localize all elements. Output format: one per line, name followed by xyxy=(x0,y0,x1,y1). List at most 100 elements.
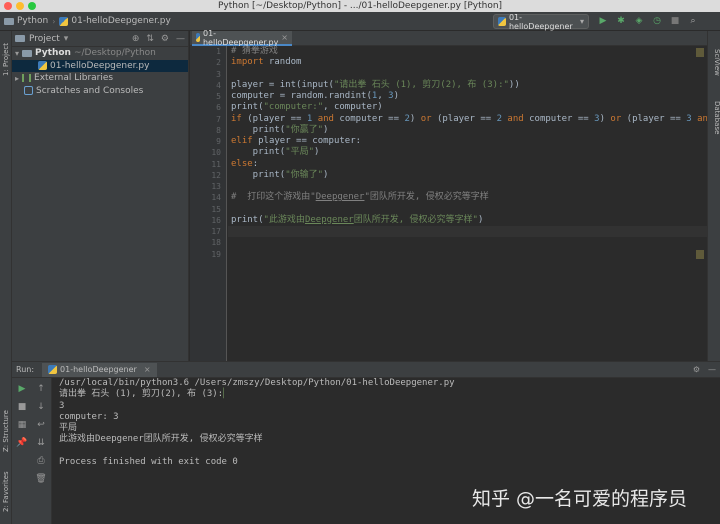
run-panel: Run: 01-helloDeepgener × ⚙ — ▶ ↑ ■ ↓ ▦ ↩… xyxy=(12,361,720,524)
debug-icon[interactable]: ✱ xyxy=(615,15,627,27)
minimize-window-button[interactable] xyxy=(16,2,24,10)
code-line: else: xyxy=(231,158,259,169)
code-line: player = int(input("请出拳 石头 (1), 剪刀(2), 布… xyxy=(231,79,520,90)
line-number: 5 xyxy=(216,92,221,101)
project-view-select[interactable]: Project xyxy=(29,34,60,44)
line-number: 2 xyxy=(216,58,221,68)
project-panel: Project ▾ ⊕ ⇅ ⚙ — ▾ Python ~/Desktop/Pyt… xyxy=(12,31,189,361)
window-controls xyxy=(4,2,36,10)
close-window-button[interactable] xyxy=(4,2,12,10)
run-toolbar-icons: ▶ ✱ ◈ ◷ ■ ⌕ xyxy=(597,15,699,27)
run-tab[interactable]: 01-helloDeepgener × xyxy=(42,362,157,377)
scroll-to-end-icon[interactable]: ⇊ xyxy=(34,436,48,450)
line-number: 4 xyxy=(216,80,221,90)
console-line: 平局 xyxy=(59,423,78,433)
project-icon xyxy=(15,35,25,42)
code-line: computer = random.randint(1, 3) xyxy=(231,91,399,101)
run-icon[interactable]: ▶ xyxy=(597,15,609,27)
library-icon xyxy=(22,74,32,83)
code-line: elif player == computer: xyxy=(231,136,362,146)
tool-tab-favorites[interactable]: 2: Favorites xyxy=(0,463,12,521)
scratches-icon xyxy=(24,86,33,96)
rerun-icon[interactable]: ▶ xyxy=(15,382,29,396)
line-number: 18 xyxy=(211,238,221,248)
hide-panel-icon[interactable]: — xyxy=(176,34,185,44)
python-file-icon xyxy=(196,33,200,42)
code-line: print("你赢了") xyxy=(231,124,329,135)
warning-marker-icon[interactable] xyxy=(696,48,704,57)
console-line: Process finished with exit code 0 xyxy=(59,456,238,467)
code-editor[interactable]: # 猜拳游戏 import random player = int(input(… xyxy=(228,46,707,361)
navigation-bar: Python › 01-helloDeepgener.py 01-helloDe… xyxy=(0,12,720,31)
console-line: 此游戏由Deepgener团队所开发, 侵权必究等字样 xyxy=(59,434,263,445)
line-number: 16 xyxy=(211,215,221,225)
code-line: print("computer:", computer) xyxy=(231,102,383,113)
line-number: 1 xyxy=(216,47,221,56)
line-number: 13 xyxy=(211,182,221,191)
close-tab-icon[interactable]: × xyxy=(144,365,151,374)
search-icon[interactable]: ⌕ xyxy=(687,15,699,27)
zoom-window-button[interactable] xyxy=(28,2,36,10)
line-number: 15 xyxy=(211,204,221,214)
gear-icon[interactable]: ⚙ xyxy=(161,34,169,44)
print-icon[interactable]: ⎙ xyxy=(34,454,48,468)
editor-tab-hello[interactable]: 01-helloDeepgener.py × xyxy=(192,29,292,47)
tree-item-external-libraries[interactable]: ▸ External Libraries xyxy=(12,72,188,85)
line-number: 19 xyxy=(211,249,221,259)
left-tool-strip: 1: Project Z: Structure 2: Favorites xyxy=(0,31,12,524)
line-number: 6 xyxy=(216,103,221,113)
gear-icon[interactable]: ⚙ xyxy=(693,365,700,374)
project-panel-header: Project ▾ ⊕ ⇅ ⚙ — xyxy=(12,31,188,47)
breadcrumb-project[interactable]: Python xyxy=(0,16,52,26)
console-line: 请出拳 石头 (1), 剪刀(2), 布 (3):▏ xyxy=(59,389,229,400)
chevron-down-icon: ▾ xyxy=(63,33,69,44)
line-number: 9 xyxy=(216,137,221,146)
python-file-icon xyxy=(59,16,69,26)
down-arrow-icon[interactable]: ↓ xyxy=(34,400,48,414)
code-line: # 猜拳游戏 xyxy=(231,46,278,56)
soft-wrap-icon[interactable]: ↩ xyxy=(34,418,48,432)
coverage-icon[interactable]: ◈ xyxy=(633,15,645,27)
window-titlebar: Python [~/Desktop/Python] - .../01-hello… xyxy=(0,0,720,12)
run-configuration-select[interactable]: 01-helloDeepgener ▾ xyxy=(493,13,589,31)
up-arrow-icon[interactable]: ↑ xyxy=(34,382,48,396)
code-line: # 打印这个游戏由"Deepgener"团队所开发, 侵权必究等字样 xyxy=(231,192,489,203)
line-number: 17 xyxy=(211,227,221,236)
breadcrumb-file[interactable]: 01-helloDeepgener.py xyxy=(55,16,174,26)
code-line-current xyxy=(228,226,707,238)
line-number: 11 xyxy=(211,159,221,169)
folder-icon xyxy=(22,49,33,57)
tool-tab-sciview[interactable]: SciView xyxy=(709,49,720,76)
profile-icon[interactable]: ◷ xyxy=(651,15,663,27)
close-tab-icon[interactable]: × xyxy=(281,33,288,42)
locate-file-icon[interactable]: ⊕ xyxy=(132,34,140,44)
trash-icon[interactable]: 🗑 xyxy=(34,472,48,486)
stop-icon[interactable]: ■ xyxy=(669,15,681,27)
line-number: 12 xyxy=(211,170,221,180)
collapse-all-icon[interactable]: ⇅ xyxy=(146,34,154,44)
tree-item-scratches[interactable]: Scratches and Consoles xyxy=(12,85,188,98)
chevron-down-icon: ▾ xyxy=(15,48,20,58)
console-line: computer: 3 xyxy=(59,411,119,422)
hide-panel-icon[interactable]: — xyxy=(708,365,716,374)
warning-marker-icon[interactable] xyxy=(696,250,704,259)
tool-tab-project[interactable]: 1: Project xyxy=(0,35,12,85)
pin-icon[interactable]: 📌 xyxy=(15,436,29,450)
stop-icon[interactable]: ■ xyxy=(15,400,29,414)
code-line: if (player == 1 and computer == 2) or (p… xyxy=(231,113,707,124)
chevron-right-icon: ▸ xyxy=(15,73,20,83)
tree-item-project-root[interactable]: ▾ Python ~/Desktop/Python xyxy=(12,47,188,60)
tree-item-hello-file[interactable]: 01-helloDeepgener.py xyxy=(12,59,188,72)
editor-gutter: 1 2 3 4 5 6 7 8 9 10 11 12 13 14 15 16 1… xyxy=(190,46,227,361)
chevron-down-icon: ▾ xyxy=(579,17,584,26)
line-number: 14 xyxy=(211,193,221,203)
python-file-icon xyxy=(38,61,47,71)
tool-tab-database[interactable]: Database xyxy=(709,101,720,134)
layout-icon[interactable]: ▦ xyxy=(15,418,29,432)
tool-tab-structure[interactable]: Z: Structure xyxy=(0,401,12,461)
window-title: Python [~/Desktop/Python] - .../01-hello… xyxy=(217,1,503,11)
